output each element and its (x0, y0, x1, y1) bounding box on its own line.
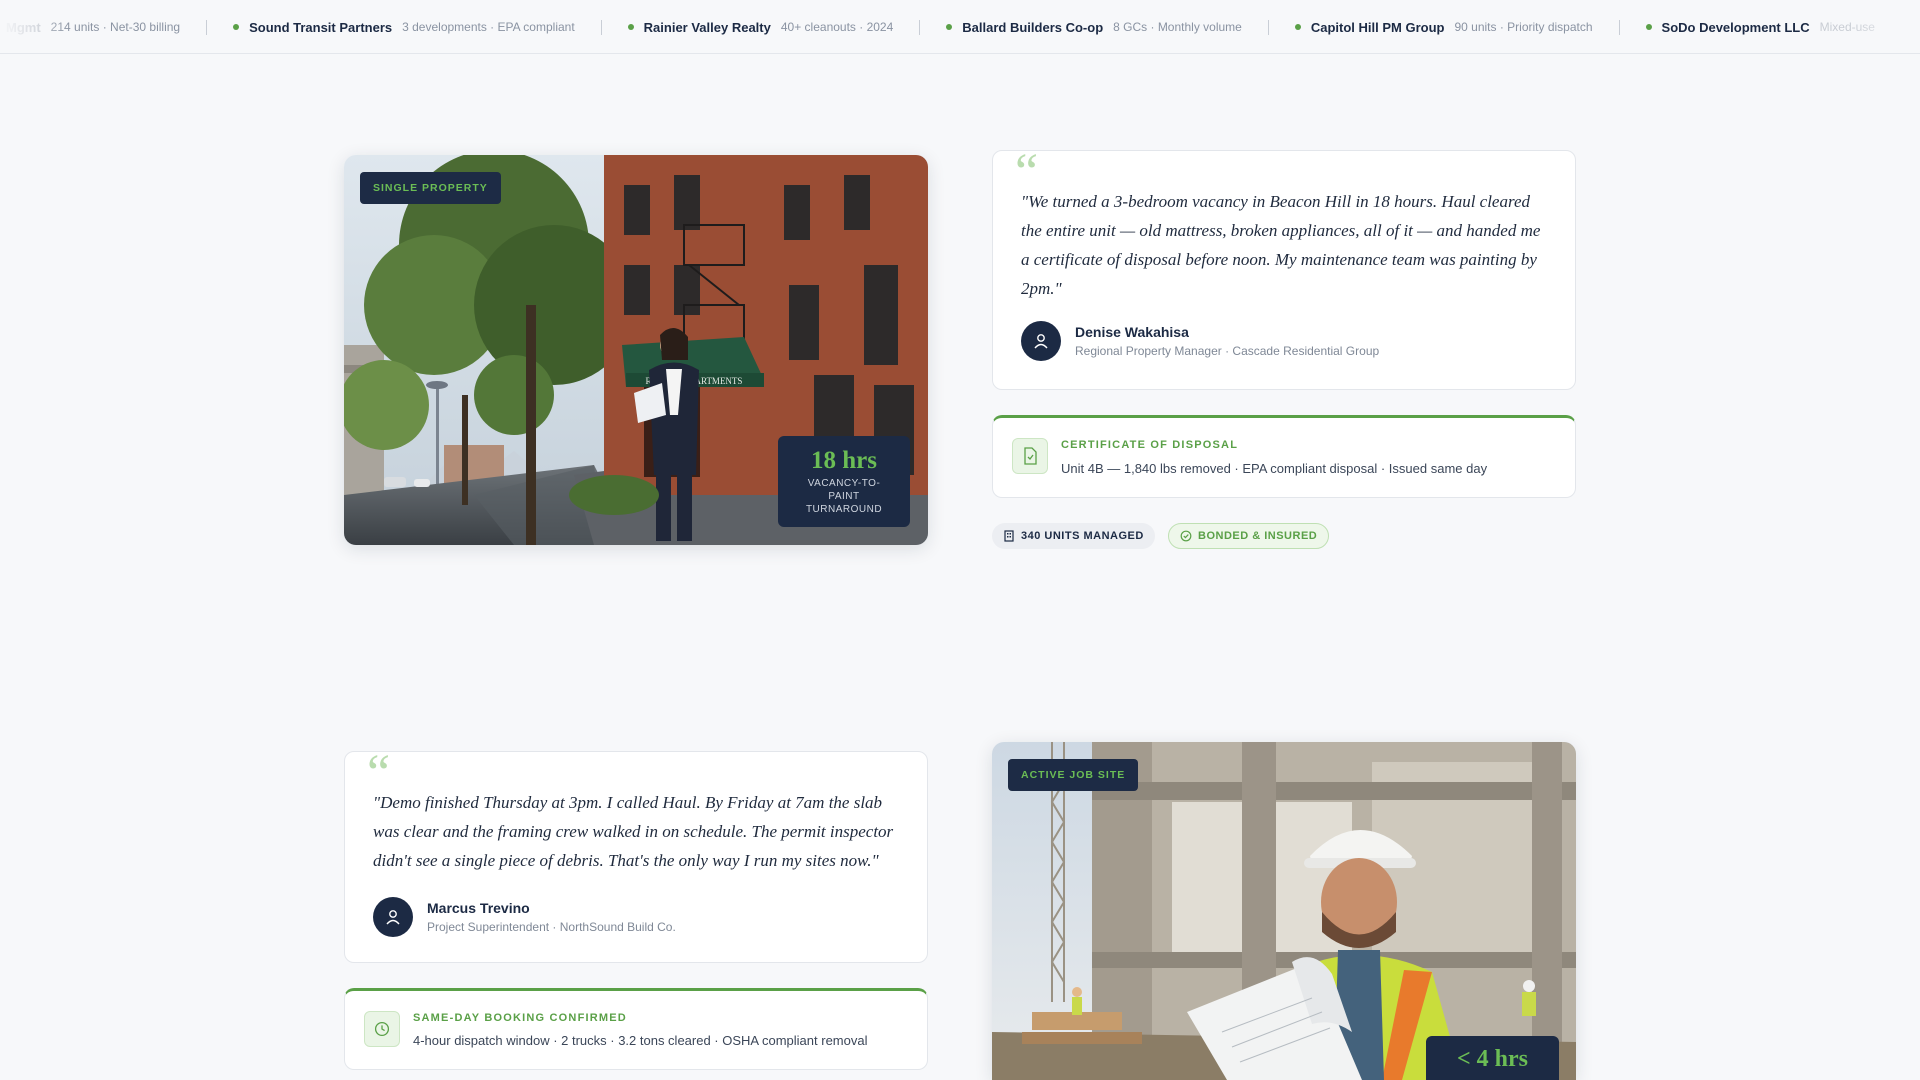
dispatch-stat-value: < 4 hrs (1456, 1046, 1528, 1072)
author-name: Marcus Trevino (427, 900, 530, 916)
property-manager-photo: RAINIER APARTMENTS SINGLE PROPERTY 18 hr… (344, 155, 928, 545)
testimonial-author: Marcus Trevino Project Superintendent · … (373, 897, 676, 937)
testimonial-author: Denise Wakahisa Regional Property Manage… (1021, 321, 1379, 361)
booking-title: SAME-DAY BOOKING CONFIRMED (413, 1012, 627, 1024)
avatar (373, 897, 413, 937)
status-dot-icon (946, 24, 953, 30)
ticker-client-name: Mgmt (6, 19, 41, 35)
status-dot-icon (627, 24, 634, 30)
booking-desc: 4-hour dispatch window · 2 trucks · 3.2 … (413, 1033, 868, 1048)
document-check-icon (1024, 447, 1037, 465)
dispatch-stat: < 4 hrs (1426, 1036, 1559, 1080)
ticker-client-name: Sound Transit Partners (249, 19, 393, 35)
testimonial-quote: "Demo finished Thursday at 3pm. I called… (373, 793, 894, 870)
ticker-client-name: Ballard Builders Co-op (962, 19, 1104, 35)
bonded-insured-label: BONDED & INSURED (1198, 530, 1318, 542)
author-name: Denise Wakahisa (1075, 324, 1189, 340)
photo-tag-single-property: SINGLE PROPERTY (360, 172, 501, 204)
ticker-item: Mgmt 214 units · Net-30 billing (0, 0, 206, 53)
booking-icon-box (364, 1011, 400, 1047)
user-icon (386, 910, 400, 925)
clock-icon (374, 1021, 390, 1037)
author-role: Project Superintendent · NorthSound Buil… (427, 920, 676, 934)
certificate-card: CERTIFICATE OF DISPOSAL Unit 4B — 1,840 … (992, 415, 1576, 498)
testimonial-quote: "We turned a 3-bedroom vacancy in Beacon… (1021, 192, 1541, 298)
client-ticker: Mgmt 214 units · Net-30 billing Sound Tr… (0, 0, 1920, 54)
status-dot-icon (1294, 24, 1301, 30)
ticker-client-name: Capitol Hill PM Group (1310, 19, 1445, 35)
ticker-client-detail: 40+ cleanouts · 2024 (780, 20, 894, 34)
ticker-item: Ballard Builders Co-op 8 GCs · Monthly v… (920, 0, 1268, 53)
ticker-item: Rainier Valley Realty 40+ cleanouts · 20… (602, 0, 920, 53)
ticker-item: Capitol Hill PM Group 90 units · Priorit… (1269, 0, 1619, 53)
testimonial-card-marcus: “ "Demo finished Thursday at 3pm. I call… (344, 748, 928, 963)
ticker-item: SoDo Development LLC Mixed-use (1620, 0, 1901, 53)
author-role: Regional Property Manager · Cascade Resi… (1075, 344, 1380, 358)
ticker-client-detail: Mixed-use (1819, 20, 1875, 34)
status-dot-icon (1645, 24, 1652, 30)
turnaround-stat: 18 hrs VACANCY-TO-PAINT TURNAROUND (778, 436, 910, 527)
ticker-client-name: Rainier Valley Realty (643, 19, 771, 35)
avatar (1021, 321, 1061, 361)
construction-scene-illustration (992, 742, 1576, 1080)
turnaround-stat-value: 18 hrs (811, 447, 877, 474)
certificate-icon-box (1012, 438, 1048, 474)
building-icon (1004, 530, 1014, 542)
ticker-client-name: SoDo Development LLC (1661, 19, 1810, 35)
ticker-client-detail: 90 units · Priority dispatch (1454, 20, 1593, 34)
turnaround-stat-label: VACANCY-TO-PAINT TURNAROUND (805, 478, 883, 515)
status-dot-icon (233, 24, 240, 30)
job-site-photo: ACTIVE JOB SITE < 4 hrs (992, 742, 1576, 1080)
photo-tag-active-job-site: ACTIVE JOB SITE (1008, 759, 1139, 791)
ticker-client-detail: 3 developments · EPA compliant (402, 20, 575, 34)
ticker-client-detail: 8 GCs · Monthly volume (1113, 20, 1242, 34)
ticker-client-detail: 214 units · Net-30 billing (50, 20, 181, 34)
certificate-title: CERTIFICATE OF DISPOSAL (1061, 439, 1239, 451)
testimonial-card-denise: “ "We turned a 3-bedroom vacancy in Beac… (992, 147, 1576, 390)
certificate-desc: Unit 4B — 1,840 lbs removed · EPA compli… (1061, 461, 1488, 476)
ticker-item: Sound Transit Partners 3 developments · … (207, 0, 601, 53)
booking-confirmed-card: SAME-DAY BOOKING CONFIRMED 4-hour dispat… (344, 988, 928, 1070)
ticker-track: Mgmt 214 units · Net-30 billing Sound Tr… (0, 0, 1901, 53)
bonded-insured-badge: BONDED & INSURED (1168, 523, 1330, 549)
units-managed-badge: 340 UNITS MANAGED (992, 523, 1155, 549)
user-icon (1034, 334, 1048, 349)
check-circle-icon (1180, 530, 1192, 542)
units-managed-label: 340 UNITS MANAGED (1021, 530, 1144, 542)
